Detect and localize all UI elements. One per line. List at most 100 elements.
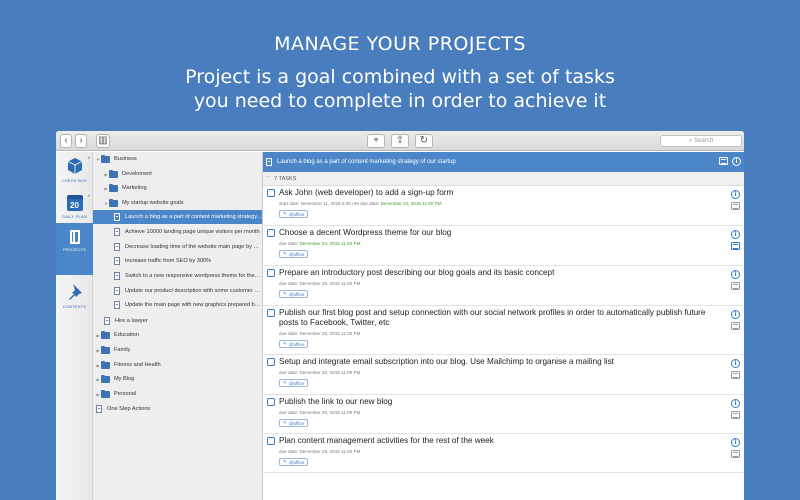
context-tag[interactable]: ✎ @office xyxy=(279,250,309,258)
task-checkbox[interactable] xyxy=(267,358,275,366)
task-checkbox[interactable] xyxy=(267,229,275,237)
context-tag[interactable]: ✎ @office xyxy=(279,290,309,298)
add-button[interactable]: + xyxy=(367,134,385,148)
tree-project-launch-blog[interactable]: Launch a blog as a part of content marke… xyxy=(93,210,262,224)
toolbar: ‹ › ▥ + ⇪ ↻ ⌕ Search xyxy=(56,131,744,151)
context-tag[interactable]: ✎ @office xyxy=(279,419,309,427)
tree-project[interactable]: Update the main page with new graphics p… xyxy=(93,298,262,312)
nav-item-projects[interactable]: Projects xyxy=(56,223,93,275)
tree-folder-fitness[interactable]: ▶ Fitness and Health xyxy=(93,358,262,372)
context-tag[interactable]: ✎ @office xyxy=(279,340,309,348)
task-row[interactable]: Setup and integrate email subscription i… xyxy=(263,355,744,395)
task-dates: due date: December 28, 2015 11:00 PM xyxy=(279,449,360,454)
check-box-icon xyxy=(67,158,82,174)
task-dates: due date: December 25, 2015 11:00 PM xyxy=(279,370,360,375)
due-date-label: due date: xyxy=(279,331,299,336)
task-checkbox[interactable] xyxy=(267,269,275,277)
context-tag[interactable]: ✎ @office xyxy=(279,379,309,387)
task-row[interactable]: Plan content management activities for t… xyxy=(263,434,744,473)
task-title: Publish the link to our new blog xyxy=(279,397,393,406)
task-checkbox[interactable] xyxy=(267,398,275,406)
task-count-bar[interactable]: ﹀ 7 TASKS xyxy=(263,172,744,186)
tree-folder-family[interactable]: ▶ Family xyxy=(93,343,262,357)
back-button[interactable]: ‹ xyxy=(60,134,72,148)
notes-icon[interactable] xyxy=(731,371,740,379)
info-icon[interactable]: i xyxy=(731,270,740,279)
task-title: Setup and integrate email subscription i… xyxy=(279,357,614,366)
task-actions: i xyxy=(731,438,740,458)
tree-project[interactable]: Decrease loading time of the website mai… xyxy=(93,240,262,254)
tree-folder-education[interactable]: ▶ Education xyxy=(93,328,262,342)
tree-folder-my-blog[interactable]: ▶ My Blog xyxy=(93,372,262,386)
app-window: ‹ › ▥ + ⇪ ↻ ⌕ Search Check box 8 20 Dail… xyxy=(56,131,744,500)
context-tag[interactable]: ✎ @office xyxy=(279,210,309,218)
tree-project[interactable]: Update our product description with some… xyxy=(93,284,262,298)
tree-project-one-step-actions[interactable]: One Step Actions xyxy=(93,402,262,416)
info-icon[interactable]: i xyxy=(731,359,740,368)
notes-icon[interactable] xyxy=(731,322,740,330)
tree-folder-develoment[interactable]: ▶ Develoment xyxy=(93,167,262,181)
sync-button[interactable]: ↻ xyxy=(415,134,433,148)
info-icon[interactable]: i xyxy=(731,310,740,319)
chevron-down-icon[interactable]: ﹀ xyxy=(266,175,274,182)
pin-icon: ✎ xyxy=(283,380,287,385)
search-placeholder: Search xyxy=(694,138,714,144)
project-icon xyxy=(114,228,120,236)
task-row[interactable]: Choose a decent Wordpress theme for our … xyxy=(263,226,744,266)
tree-folder-startup-goals[interactable]: ▼ My startup website goals xyxy=(93,196,262,210)
notes-icon[interactable] xyxy=(731,282,740,290)
notes-icon[interactable] xyxy=(719,157,728,165)
tree-project[interactable]: Switch to a new responsive wordpress the… xyxy=(93,269,262,283)
info-icon[interactable]: i xyxy=(731,190,740,199)
notes-icon[interactable] xyxy=(731,450,740,458)
tree-project[interactable]: Achieve 10000 landing page unique visito… xyxy=(93,225,262,239)
task-checkbox[interactable] xyxy=(267,189,275,197)
tree-project-hire-lawyer[interactable]: Hire a lawyer xyxy=(93,314,262,328)
tree-folder-business[interactable]: ▼ Business xyxy=(93,152,262,166)
context-tag-label: @office xyxy=(288,291,305,297)
task-actions: i xyxy=(731,230,740,250)
hero-subtitle-line-2: you need to complete in order to achieve… xyxy=(193,90,607,112)
pin-icon: ✎ xyxy=(283,341,287,346)
task-pane: Launch a blog as a part of content marke… xyxy=(263,152,744,500)
tree-label: Update our product description with some… xyxy=(125,288,261,294)
project-header[interactable]: Launch a blog as a part of content marke… xyxy=(263,152,744,172)
folder-icon xyxy=(109,183,118,192)
nav-item-contexts[interactable]: Contexts xyxy=(56,278,93,324)
notes-icon[interactable] xyxy=(731,411,740,419)
tree-label: Fitness and Health xyxy=(114,362,161,368)
task-checkbox[interactable] xyxy=(267,437,275,445)
info-icon[interactable]: i xyxy=(731,399,740,408)
forward-button[interactable]: › xyxy=(75,134,87,148)
sidebar-toggle-button[interactable]: ▥ xyxy=(96,134,110,148)
pin-icon: ✎ xyxy=(283,251,287,256)
due-date-label: due date: xyxy=(279,410,299,415)
task-row[interactable]: Ask John (web developer) to add a sign-u… xyxy=(263,186,744,226)
info-icon[interactable]: i xyxy=(731,230,740,239)
share-button[interactable]: ⇪ xyxy=(391,134,409,148)
tree-project[interactable]: Increase traffic from SEO by 300% xyxy=(93,254,262,268)
task-actions: i xyxy=(731,310,740,330)
tree-label: Achieve 10000 landing page unique visito… xyxy=(125,229,260,235)
task-row[interactable]: Publish our first blog post and setup co… xyxy=(263,306,744,355)
notes-icon[interactable] xyxy=(731,202,740,210)
task-checkbox[interactable] xyxy=(267,309,275,317)
tree-folder-marketing[interactable]: ▶ Marketing xyxy=(93,181,262,195)
start-date-label: start date: xyxy=(279,201,300,206)
info-icon[interactable]: i xyxy=(731,438,740,447)
task-row[interactable]: Prepare an introductory post describing … xyxy=(263,266,744,306)
tree-folder-personal[interactable]: ▶ Personal xyxy=(93,387,262,401)
project-icon xyxy=(96,405,102,413)
info-icon[interactable]: i xyxy=(732,157,741,166)
context-tag-label: @office xyxy=(288,380,305,386)
due-date-label: due date: xyxy=(279,241,299,246)
tree-label: One Step Actions xyxy=(107,406,151,412)
due-date-label: due date: xyxy=(279,370,299,375)
start-date: November 11, 2015 8:00 AM xyxy=(300,201,359,206)
task-title: Prepare an introductory post describing … xyxy=(279,268,555,277)
notes-icon[interactable] xyxy=(731,242,740,250)
task-row[interactable]: Publish the link to our new blog due dat… xyxy=(263,395,744,434)
due-date: December 25, 2015 11:00 PM xyxy=(299,370,361,375)
search-input[interactable]: ⌕ Search xyxy=(660,135,742,147)
context-tag[interactable]: ✎ @office xyxy=(279,458,309,466)
